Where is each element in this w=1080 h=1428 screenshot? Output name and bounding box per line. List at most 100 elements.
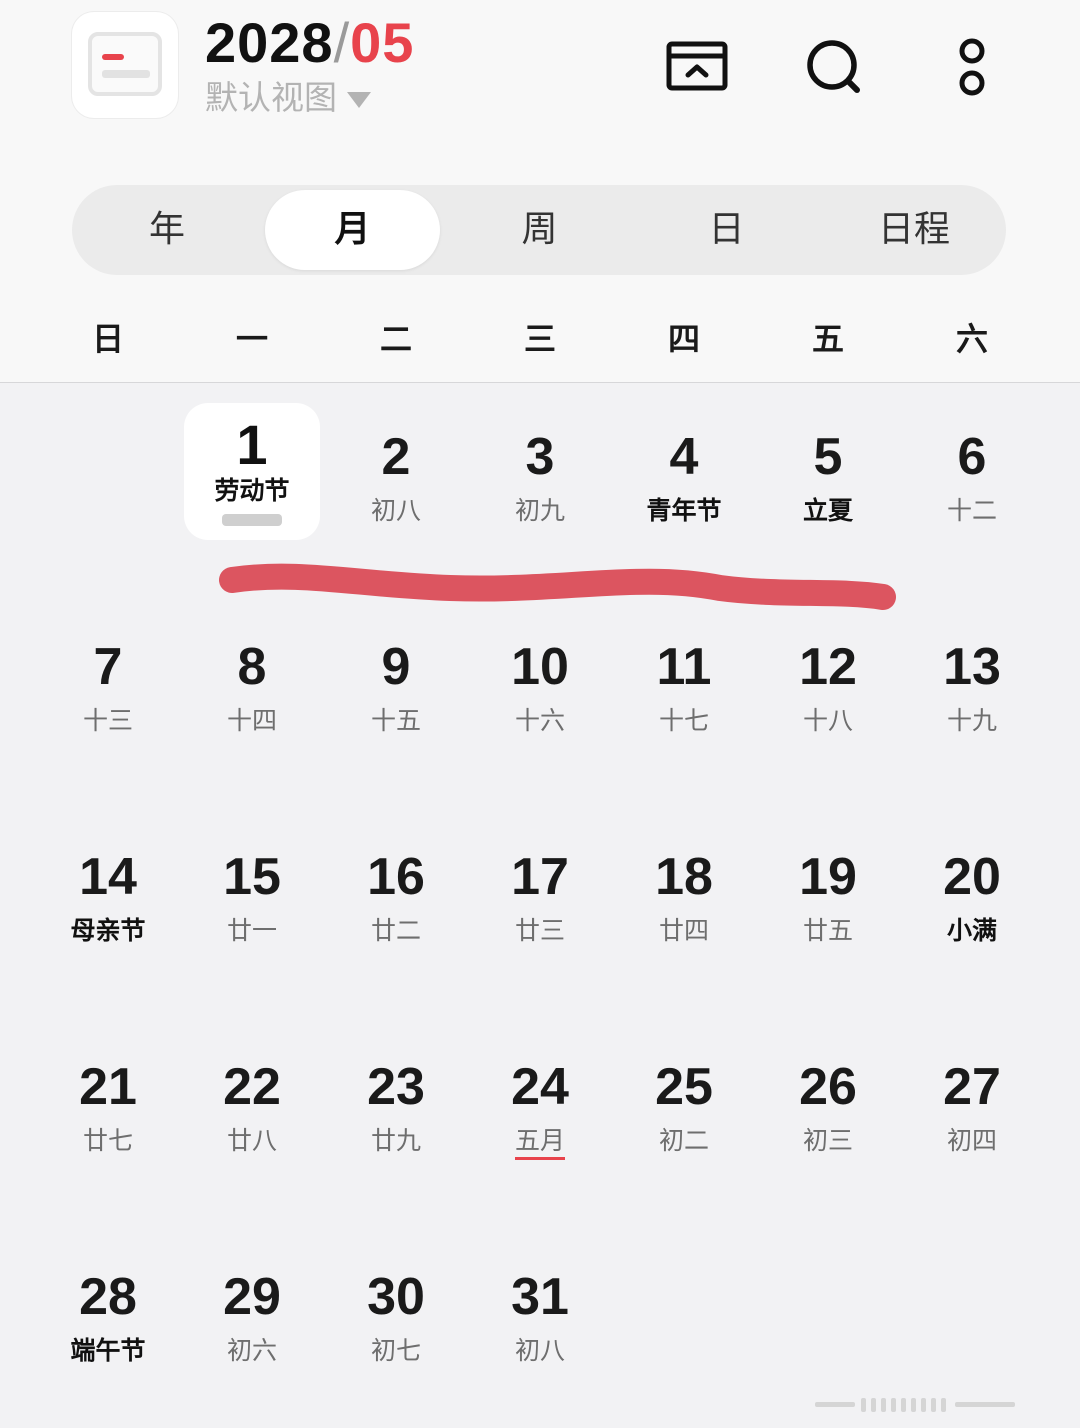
day-cell[interactable]: 6 十二 [900,383,1044,593]
lunar-date-label: 初八 [370,495,421,525]
weekday-header: 日 一 二 三 四 五 六 [36,315,1044,363]
doc-grey-line [102,70,150,78]
tab-month[interactable]: 月 [265,190,440,270]
search-button[interactable] [799,32,869,102]
weekday-wed: 三 [523,320,556,358]
day-cell[interactable]: 18 廿四 [612,803,756,1013]
month-text: 05 [350,11,415,74]
more-icon [959,38,985,96]
lunar-date-label: 初八 [514,1335,565,1365]
day-number: 26 [799,1058,857,1116]
day-number: 9 [381,638,411,696]
lunar-date-label: 十二 [946,495,997,525]
lunar-date-label: 廿七 [82,1125,133,1155]
day-cell[interactable]: 19 廿五 [756,803,900,1013]
day-cell[interactable]: 5 立夏 [756,383,900,593]
day-number: 24 [511,1058,569,1116]
lunar-date-label: 五月 [468,1124,612,1160]
day-cell[interactable]: 15 廿一 [180,803,324,1013]
day-cell[interactable]: 22 廿八 [180,1013,324,1223]
day-cell[interactable]: 16 廿二 [324,803,468,1013]
day-number: 17 [511,848,569,906]
view-dropdown[interactable]: 默认视图 [205,76,371,120]
day-cell[interactable]: 28 端午节 [36,1223,180,1428]
day-cell[interactable]: 29 初六 [180,1223,324,1428]
day-number: 12 [799,638,857,696]
more-button[interactable] [937,32,1007,102]
day-cell[interactable]: 31 初八 [468,1223,612,1428]
day-cell[interactable]: 20 小满 [900,803,1044,1013]
scroll-indicator [815,1398,1015,1412]
day-number: 16 [367,848,425,906]
day-cell[interactable]: 26 初三 [756,1013,900,1223]
day-cell[interactable]: 4 青年节 [612,383,756,593]
day-cell[interactable]: 9 十五 [324,593,468,803]
weekday-sun: 日 [91,320,124,358]
lunar-date-label: 初三 [802,1125,853,1155]
day-number: 20 [943,848,1001,906]
lunar-date-label: 十九 [946,705,997,735]
lunar-date-label: 廿二 [370,915,421,945]
day-number: 29 [223,1268,281,1326]
day-cell[interactable]: 3 初九 [468,383,612,593]
tab-agenda[interactable]: 日程 [822,190,1006,270]
calendar-app-icon[interactable] [72,12,178,118]
month-title[interactable]: 2028/05 [205,10,414,76]
day-cell[interactable]: 12 十八 [756,593,900,803]
weekday-tue: 二 [379,320,412,358]
calendar-screen: 2028/05 默认视图 年 月 周 日 日程 日 一 二 三 四 五 六 1 … [0,0,1080,1428]
lunar-date-label: 初二 [658,1125,709,1155]
lunar-date-label: 廿三 [514,915,565,945]
back-to-today-button[interactable] [662,32,732,102]
day-number: 25 [655,1058,713,1116]
day-number: 28 [79,1268,137,1326]
day-number: 1 [236,413,268,476]
day-cell[interactable]: 21 廿七 [36,1013,180,1223]
day-cell[interactable]: 11 十七 [612,593,756,803]
holiday-label: 立夏 [802,495,853,525]
view-tabs: 年 月 周 日 日程 [72,185,1006,275]
calendar-doc-icon [88,32,162,96]
lunar-date-label: 初四 [946,1125,997,1155]
day-number: 22 [223,1058,281,1116]
search-icon [807,40,860,93]
day-number: 31 [511,1268,569,1326]
view-dropdown-label: 默认视图 [205,78,337,117]
day-cell[interactable]: 27 初四 [900,1013,1044,1223]
day-cell[interactable]: 24 五月 [468,1013,612,1223]
lunar-date-label: 十四 [226,705,277,735]
tab-year[interactable]: 年 [72,190,262,270]
weekday-mon: 一 [235,320,268,358]
tab-day[interactable]: 日 [634,190,819,270]
day-cell[interactable]: 8 十四 [180,593,324,803]
day-cell[interactable]: 17 廿三 [468,803,612,1013]
weekday-sat: 六 [955,320,988,358]
day-number: 4 [669,428,699,486]
header: 2028/05 默认视图 年 月 周 日 日程 日 一 二 三 四 五 六 [0,0,1080,383]
lunar-date-label: 十八 [802,705,853,735]
lunar-date-label: 廿八 [226,1125,277,1155]
tab-week[interactable]: 周 [447,190,632,270]
lunar-month-start-label: 五月 [514,1125,565,1160]
day-number: 30 [367,1268,425,1326]
day-label: 劳动节 [214,476,290,505]
day-number: 18 [655,848,713,906]
day-cell[interactable]: 7 十三 [36,593,180,803]
day-cell[interactable]: 13 十九 [900,593,1044,803]
day-cell-today[interactable]: 1 劳动节 [184,403,320,540]
lunar-date-label: 十三 [82,705,133,735]
day-number: 23 [367,1058,425,1116]
day-cell[interactable]: 25 初二 [612,1013,756,1223]
weekday-thu: 四 [667,320,700,358]
day-cell[interactable]: 2 初八 [324,383,468,593]
day-cell[interactable]: 14 母亲节 [36,803,180,1013]
month-grid: 1 劳动节 2 初八 3 初九 4 青年节 5 立夏 6 十二 7 十三 8 十四 9 十五 10 十六 11 十七 12 十… [36,383,1044,1428]
year-text: 2028 [205,11,334,74]
lunar-date-label: 十七 [658,705,709,735]
day-cell[interactable]: 30 初七 [324,1223,468,1428]
day-cell[interactable]: 10 十六 [468,593,612,803]
day-number: 8 [237,638,267,696]
day-cell[interactable]: 23 廿九 [324,1013,468,1223]
day-number: 6 [957,428,987,486]
lunar-date-label: 廿四 [658,915,709,945]
